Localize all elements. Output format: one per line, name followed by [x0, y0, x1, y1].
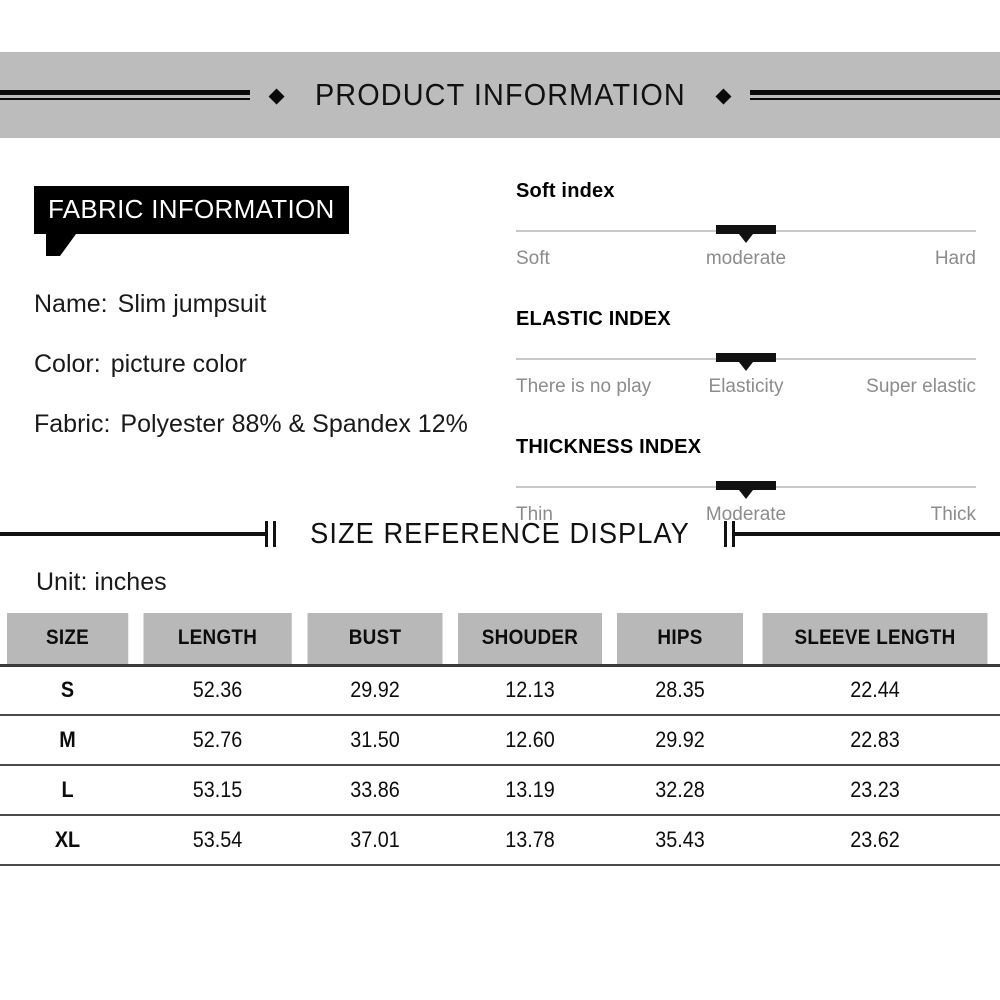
fabric-row-name: Name: Slim jumpsuit: [34, 290, 484, 319]
table-row: M 52.76 31.50 12.60 29.92 22.83: [0, 715, 1000, 766]
cell-sleeve: 23.23: [762, 765, 988, 816]
fabric-information-tag: FABRIC INFORMATION: [34, 186, 349, 257]
divider-cap-left: [265, 521, 277, 547]
elastic-index-title: ELASTIC INDEX: [516, 308, 671, 330]
cell-hips: 32.28: [617, 765, 743, 816]
table-row: S 52.36 29.92 12.13 28.35 22.44: [0, 665, 1000, 716]
diamond-icon-left: ◆: [268, 83, 285, 107]
product-information-banner: ◆ PRODUCT INFORMATION ◆: [0, 52, 1000, 138]
cell-hips: 29.92: [617, 715, 743, 766]
fabric-color-value: picture color: [110, 350, 247, 379]
soft-index-slider[interactable]: [516, 224, 976, 243]
soft-index-labels: Soft moderate Hard: [516, 248, 976, 274]
cell-bust: 33.86: [307, 765, 443, 816]
soft-index-title: Soft index: [516, 180, 615, 202]
table-row: L 53.15 33.86 13.19 32.28 23.23: [0, 765, 1000, 816]
page-title: PRODUCT INFORMATION: [314, 77, 686, 112]
elastic-index-label-right: Super elastic: [866, 376, 976, 397]
fabric-name-value: Slim jumpsuit: [117, 290, 267, 319]
table-row: XL 53.54 37.01 13.78 35.43 23.62: [0, 815, 1000, 866]
banner-rule-left: [0, 88, 251, 102]
cell-shoulder: 13.19: [458, 765, 602, 816]
soft-index-thumb[interactable]: [716, 225, 776, 243]
fabric-index-block: Soft index Soft moderate Hard ELASTIC IN…: [516, 180, 976, 530]
cell-sleeve: 22.44: [762, 665, 988, 716]
column-header-size: SIZE: [6, 613, 129, 667]
elastic-index-labels: There is no play Elasticity Super elasti…: [516, 376, 976, 402]
cell-bust: 31.50: [307, 715, 443, 766]
column-header-shoulder: SHOUDER: [458, 613, 602, 667]
cell-hips: 35.43: [617, 815, 743, 866]
cell-length: 53.54: [143, 815, 292, 866]
cell-sleeve: 23.62: [762, 815, 988, 866]
size-chart-table: SIZE LENGTH BUST SHOUDER HIPS SLEEVE LEN…: [0, 613, 1000, 866]
cell-size: S: [6, 665, 129, 716]
fabric-row-composition: Fabric: Polyester 88% & Spandex 12%: [34, 410, 484, 439]
soft-index-label-left: Soft: [516, 248, 550, 269]
cell-hips: 28.35: [617, 665, 743, 716]
column-header-bust: BUST: [307, 613, 443, 667]
fabric-composition-value: Polyester 88% & Spandex 12%: [120, 410, 468, 439]
cell-size: XL: [6, 815, 129, 866]
column-header-hips: HIPS: [617, 613, 743, 667]
divider-tick-icon: [265, 521, 269, 547]
banner-title-group: ◆ PRODUCT INFORMATION ◆: [250, 77, 749, 113]
thickness-index-slider[interactable]: [516, 480, 976, 499]
fabric-composition-label: Fabric:: [34, 410, 111, 439]
cell-size: L: [6, 765, 129, 816]
divider-tick-icon: [273, 521, 277, 547]
cell-length: 53.15: [143, 765, 292, 816]
elastic-index-thumb[interactable]: [716, 353, 776, 371]
fabric-details-list: Name: Slim jumpsuit Color: picture color…: [34, 290, 484, 439]
cell-shoulder: 12.13: [458, 665, 602, 716]
column-header-length: LENGTH: [143, 613, 292, 667]
index-item-elastic: ELASTIC INDEX There is no play Elasticit…: [516, 308, 976, 402]
table-header-row: SIZE LENGTH BUST SHOUDER HIPS SLEEVE LEN…: [0, 613, 1000, 667]
cell-length: 52.36: [143, 665, 292, 716]
cell-shoulder: 13.78: [458, 815, 602, 866]
elastic-index-label-left: There is no play: [516, 376, 652, 397]
banner-rule-right: [749, 88, 1000, 102]
fabric-information-block: FABRIC INFORMATION Name: Slim jumpsuit C…: [34, 186, 484, 439]
cell-sleeve: 22.83: [762, 715, 988, 766]
cell-size: M: [6, 715, 129, 766]
index-item-soft: Soft index Soft moderate Hard: [516, 180, 976, 274]
elastic-index-label-mid: Elasticity: [708, 376, 784, 397]
divider-cap-right: [724, 521, 735, 547]
size-reference-title: SIZE REFERENCE DISPLAY: [310, 517, 690, 550]
elastic-index-slider[interactable]: [516, 352, 976, 371]
thickness-index-thumb[interactable]: [716, 481, 776, 499]
thickness-index-title: THICKNESS INDEX: [516, 436, 702, 458]
divider-tick-icon: [724, 521, 727, 547]
cell-bust: 37.01: [307, 815, 443, 866]
fabric-name-label: Name:: [34, 290, 108, 319]
divider-line-left: [0, 532, 266, 536]
cell-bust: 29.92: [307, 665, 443, 716]
cell-shoulder: 12.60: [458, 715, 602, 766]
fabric-row-color: Color: picture color: [34, 350, 484, 379]
cell-length: 52.76: [143, 715, 292, 766]
soft-index-label-right: Hard: [934, 248, 976, 269]
fabric-color-label: Color:: [34, 350, 101, 379]
unit-label: Unit: inches: [36, 568, 167, 596]
column-header-sleeve-length: SLEEVE LENGTH: [762, 613, 988, 667]
size-reference-divider: SIZE REFERENCE DISPLAY: [0, 512, 1000, 556]
diamond-icon-right: ◆: [715, 83, 732, 107]
divider-line-right: [735, 532, 1000, 536]
soft-index-label-mid: moderate: [705, 248, 787, 269]
product-information-page: ◆ PRODUCT INFORMATION ◆ FABRIC INFORMATI…: [0, 0, 1000, 1000]
